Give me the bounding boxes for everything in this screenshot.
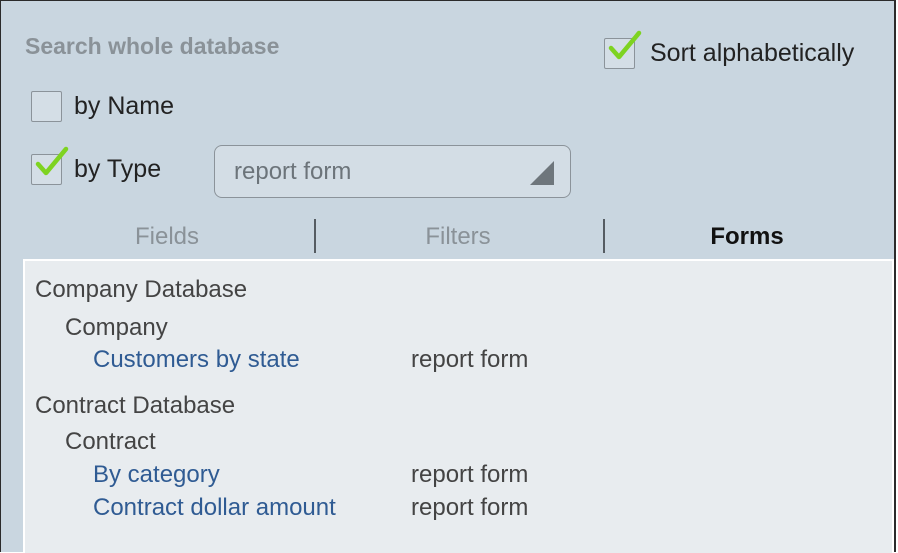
tab-forms[interactable]: Forms xyxy=(710,223,783,251)
tree-database-item[interactable]: Contract Database xyxy=(35,391,235,421)
type-dropdown-value: report form xyxy=(234,158,352,185)
search-panel: Search whole database Sort alphabeticall… xyxy=(0,0,896,553)
checkmark-icon xyxy=(35,146,69,176)
search-title: Search whole database xyxy=(25,33,280,59)
tab-divider xyxy=(314,219,316,253)
tab-filters[interactable]: Filters xyxy=(425,223,490,251)
results-list[interactable]: Company Database Company Customers by st… xyxy=(23,259,894,553)
tree-form-type: report form xyxy=(411,494,529,521)
sort-alphabetically-option[interactable]: Sort alphabetically xyxy=(604,30,855,69)
tree-form-item[interactable]: Customers by state xyxy=(93,345,300,375)
by-name-checkbox[interactable] xyxy=(31,91,62,122)
by-name-label: by Name xyxy=(74,92,175,120)
tree-form-item[interactable]: Contract dollar amount xyxy=(93,493,336,523)
sort-alphabetically-label: Sort alphabetically xyxy=(650,39,855,67)
tree-form-type: report form xyxy=(411,461,529,488)
dropdown-arrow-icon xyxy=(530,161,554,185)
by-type-option[interactable]: by Type xyxy=(31,146,162,185)
by-type-label: by Type xyxy=(74,155,162,183)
type-dropdown[interactable]: report form xyxy=(214,145,571,198)
tree-form-type: report form xyxy=(411,346,529,373)
tree-table-item[interactable]: Contract xyxy=(65,427,156,457)
tab-fields[interactable]: Fields xyxy=(135,223,199,251)
by-name-option[interactable]: by Name xyxy=(31,91,174,122)
by-type-checkbox[interactable] xyxy=(31,146,69,185)
tree-table-item[interactable]: Company xyxy=(65,313,168,343)
checkmark-icon xyxy=(608,30,642,60)
sort-alphabetically-checkbox[interactable] xyxy=(604,30,642,69)
tree-form-item[interactable]: By category xyxy=(93,460,220,490)
tab-divider xyxy=(603,219,605,253)
tree-database-item[interactable]: Company Database xyxy=(35,275,247,305)
